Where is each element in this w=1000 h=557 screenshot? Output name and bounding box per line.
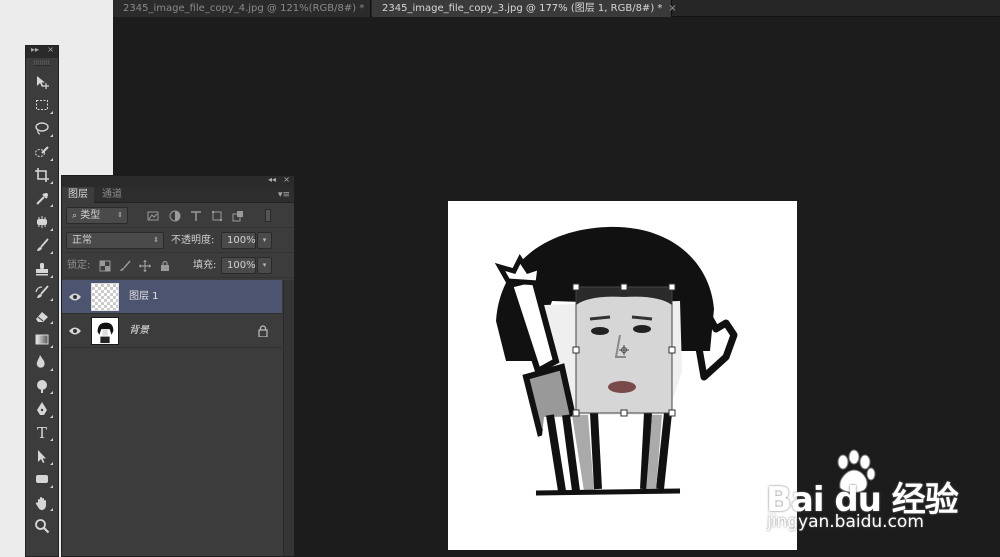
fill-dropdown-button[interactable]: ▾ — [257, 257, 272, 274]
opacity-label: 不透明度: — [171, 235, 215, 246]
layer-row-layer-1[interactable]: 图层 1 — [62, 280, 282, 314]
type-tool-icon[interactable]: T — [26, 421, 58, 444]
healing-brush-tool-icon[interactable] — [26, 210, 58, 233]
crop-tool-icon[interactable] — [26, 164, 58, 187]
lock-row: 锁定: 填充: 100% ▾ — [62, 253, 294, 278]
document-canvas[interactable] — [448, 201, 797, 550]
document-tab-bar: 2345_image_file_copy_4.jpg @ 121%(RGB/8#… — [113, 0, 1000, 17]
tools-panel: ▸▸ × T — [25, 45, 59, 557]
zoom-tool-icon[interactable] — [26, 514, 58, 537]
layer-thumbnail[interactable] — [91, 283, 119, 311]
blur-tool-icon[interactable] — [26, 351, 58, 374]
filter-adjustment-icon[interactable] — [169, 210, 181, 222]
layer-thumbnail[interactable] — [91, 317, 119, 345]
chevron-updown-icon: ⇕ — [117, 211, 123, 219]
filter-pixel-icon[interactable] — [147, 210, 159, 222]
search-icon: ⌕ — [72, 211, 78, 221]
eye-icon[interactable] — [68, 325, 82, 337]
lock-transparent-icon[interactable] — [99, 260, 111, 272]
document-tab-label: 2345_image_file_copy_3.jpg @ 177% (图层 1,… — [382, 3, 663, 14]
filter-type-icon[interactable] — [190, 210, 202, 222]
blend-mode-select[interactable]: 正常 ⇕ — [66, 232, 164, 249]
close-icon[interactable]: × — [668, 3, 676, 14]
layers-panel-header[interactable]: ◂◂ × — [62, 175, 294, 187]
dodge-tool-icon[interactable] — [26, 374, 58, 397]
type-tool-glyph: T — [36, 423, 47, 442]
document-tab-copy-4[interactable]: 2345_image_file_copy_4.jpg @ 121%(RGB/8#… — [113, 0, 379, 17]
collapse-icon[interactable]: ▸▸ — [31, 45, 39, 54]
panel-menu-icon[interactable]: ▾≡ — [278, 187, 290, 203]
pen-tool-icon[interactable] — [26, 397, 58, 420]
document-tab-copy-3[interactable]: 2345_image_file_copy_3.jpg @ 177% (图层 1,… — [372, 0, 677, 17]
layer-filter-row: ⌕ 类型 ⇕ — [62, 203, 294, 228]
layer-name[interactable]: 背景 — [129, 314, 149, 348]
opacity-input[interactable]: 100% — [221, 232, 256, 249]
filter-toggle-switch[interactable] — [265, 209, 271, 222]
collapse-icon[interactable]: ◂◂ — [268, 175, 276, 184]
layers-panel: ◂◂ × 图层 通道 ▾≡ ⌕ 类型 ⇕ 正常 ⇕ 不透明度: 100% ▾ 锁… — [61, 175, 295, 557]
filter-kind-select[interactable]: ⌕ 类型 ⇕ — [66, 207, 128, 224]
lock-all-icon[interactable] — [159, 260, 171, 272]
filter-kind-label: 类型 — [80, 210, 101, 221]
tools-panel-header[interactable]: ▸▸ × — [26, 45, 58, 58]
clone-stamp-tool-icon[interactable] — [26, 257, 58, 280]
path-select-tool-icon[interactable] — [26, 444, 58, 467]
chevron-updown-icon: ⇕ — [153, 236, 159, 244]
lasso-tool-icon[interactable] — [26, 117, 58, 140]
eraser-tool-icon[interactable] — [26, 304, 58, 327]
layer-list: 图层 1 背景 — [62, 280, 282, 348]
opacity-dropdown-button[interactable]: ▾ — [257, 232, 272, 249]
drag-grip[interactable] — [34, 60, 50, 66]
document-tab-label: 2345_image_file_copy_4.jpg @ 121%(RGB/8#… — [123, 3, 365, 14]
fill-label: 填充: — [193, 260, 217, 271]
move-tool-icon[interactable] — [26, 70, 58, 93]
tab-channels[interactable]: 通道 — [96, 187, 128, 203]
close-icon[interactable]: × — [47, 45, 54, 54]
brush-tool-icon[interactable] — [26, 234, 58, 257]
lock-position-icon[interactable] — [139, 260, 151, 272]
shape-tool-icon[interactable] — [26, 468, 58, 491]
blend-mode-value: 正常 — [72, 235, 92, 246]
lock-pixels-icon[interactable] — [119, 260, 131, 272]
eyedropper-tool-icon[interactable] — [26, 187, 58, 210]
marquee-tool-icon[interactable] — [26, 93, 58, 116]
baidu-jingyan-watermark: Bai du 经验 jingyan.baidu.com — [762, 448, 992, 538]
hand-tool-icon[interactable] — [26, 491, 58, 514]
layer-name[interactable]: 图层 1 — [129, 280, 159, 314]
layers-panel-tabs: 图层 通道 ▾≡ — [62, 187, 294, 203]
history-brush-tool-icon[interactable] — [26, 281, 58, 304]
tab-layers[interactable]: 图层 — [62, 187, 94, 203]
layer-list-scrollbar[interactable] — [283, 280, 294, 556]
gradient-tool-icon[interactable] — [26, 327, 58, 350]
layer-row-background[interactable]: 背景 — [62, 314, 282, 348]
close-icon[interactable]: × — [283, 175, 290, 184]
meme-artwork — [494, 226, 738, 496]
eye-icon[interactable] — [68, 291, 82, 303]
lock-icon — [258, 325, 268, 338]
filter-shape-icon[interactable] — [211, 210, 223, 222]
filter-smart-object-icon[interactable] — [232, 210, 244, 222]
fill-input[interactable]: 100% — [221, 257, 256, 274]
lock-label: 锁定: — [67, 260, 91, 271]
quick-select-tool-icon[interactable] — [26, 140, 58, 163]
watermark-url: jingyan.baidu.com — [767, 512, 924, 532]
blend-row: 正常 ⇕ 不透明度: 100% ▾ — [62, 228, 294, 253]
